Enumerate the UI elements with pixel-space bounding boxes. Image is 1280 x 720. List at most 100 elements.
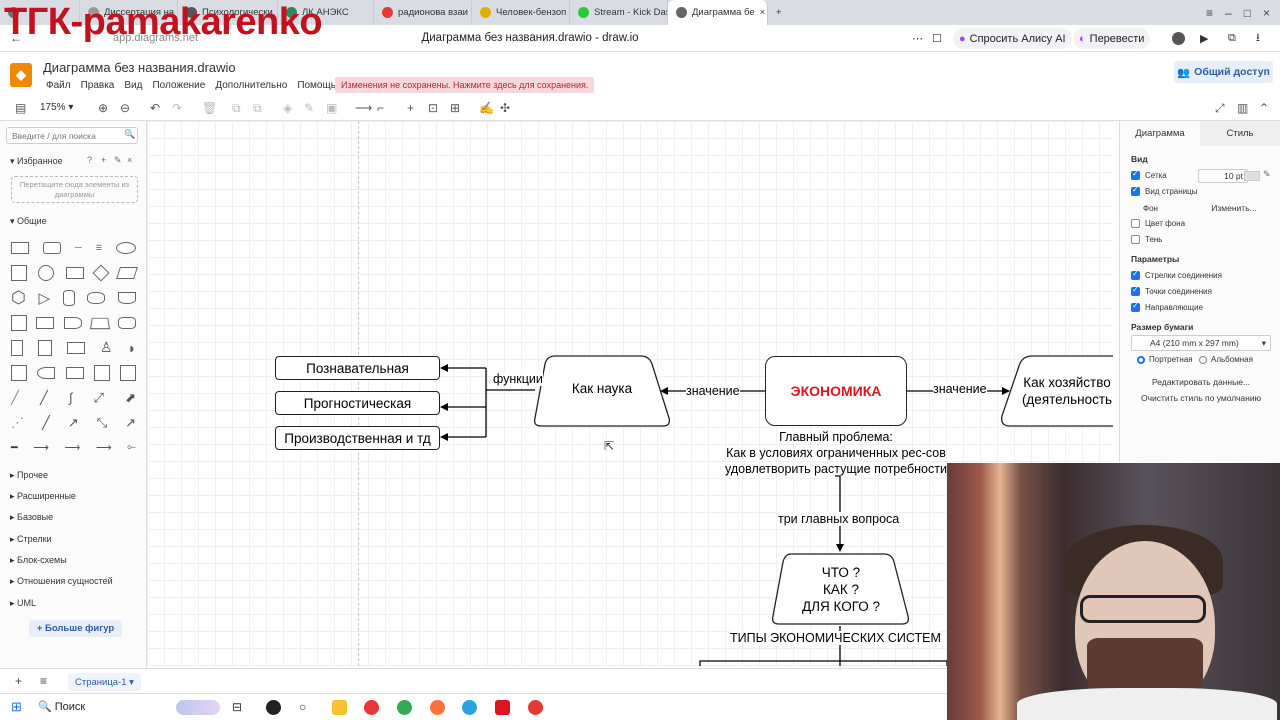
square-shape[interactable] [11,264,27,281]
favorites-drop-zone[interactable]: Перетащите сюда элементы из диаграммы [11,176,138,203]
table-icon[interactable]: ⊡ [428,101,438,115]
yandex-icon[interactable] [528,700,543,715]
rectangle-shape[interactable] [11,241,29,254]
dash-arrow-shape[interactable]: ⟶ [33,441,49,454]
tab-style[interactable]: Стиль [1200,121,1280,146]
chrome-icon[interactable] [397,700,412,715]
menu-view[interactable]: Вид [124,80,142,91]
directional-line-shape[interactable]: ↗ [68,415,79,431]
textbox-shape[interactable]: ☰ [96,244,102,252]
browser-tab[interactable]: радионова взаи [374,0,472,25]
connection-arrows-checkbox[interactable]: Стрелки соединения [1131,269,1222,280]
grid-size-input[interactable]: 10 pt [1198,169,1248,183]
label-functions[interactable]: функции [493,372,543,386]
landscape-radio[interactable]: Альбомная [1199,355,1253,364]
section-flowchart[interactable]: Блок-схемы [10,555,67,566]
actor-shape[interactable]: ♙ [100,339,113,356]
format-panel-toggle-icon[interactable]: ▤ [15,101,26,115]
menu-file[interactable]: Файл [46,80,71,91]
menu-arrange[interactable]: Положение [152,80,205,91]
trapezoid-shape[interactable] [89,317,110,329]
redo-icon[interactable]: ↷ [172,101,182,115]
favorites-section[interactable]: Избранное [10,156,63,167]
node-science-label[interactable]: Как наука [547,381,657,396]
shadow-checkbox[interactable]: Тень [1131,235,1162,244]
grid-color-swatch[interactable] [1244,171,1260,181]
to-front-icon[interactable]: ⧉ [232,101,241,116]
tape-shape[interactable] [118,316,136,329]
checkbox-icon[interactable] [1131,219,1140,228]
page-view-checkbox[interactable]: Вид страницы [1131,185,1197,196]
firefox-icon[interactable] [430,700,445,715]
cylinder-shape[interactable] [62,289,75,306]
app-icon[interactable] [266,700,281,715]
document-title[interactable]: Диаграмма без названия.drawio [43,60,236,75]
note-shape[interactable] [11,339,23,356]
label-meaning-left[interactable]: значение [686,384,740,398]
text-shape[interactable]: — [75,244,82,251]
container-shape[interactable] [65,366,84,379]
new-tab-button[interactable]: + [768,0,792,25]
node-economy[interactable]: ЭКОНОМИКА [765,356,907,426]
checkbox-icon[interactable] [1131,185,1140,196]
hexagon-shape[interactable]: ⬡ [11,288,26,308]
ellipse-shape[interactable] [115,241,136,254]
checkbox-icon[interactable] [1131,169,1140,180]
swimlane-shape[interactable] [120,364,136,381]
telegram-icon[interactable] [462,700,477,715]
frame-shape[interactable] [93,364,110,381]
diagonal-line-shape[interactable]: ╱ [42,415,50,431]
add-page-icon[interactable]: + [15,674,22,688]
grid-icon[interactable]: ⊞ [450,101,460,115]
rounded-rectangle-shape[interactable] [42,241,61,254]
search-icon[interactable]: 🔍 [124,129,135,140]
browser-tab-active[interactable]: Диаграмма бе × [668,0,768,25]
step-shape[interactable] [63,316,82,329]
translate-button[interactable]: ◐ Перевести [1073,28,1151,49]
edit-icon[interactable]: ✎ [114,155,122,166]
portrait-radio[interactable]: Портретная [1137,355,1193,364]
radio-selected-icon[interactable] [1137,355,1145,364]
node-cognitive[interactable]: Познавательная [275,356,440,380]
clear-default-style-button[interactable]: Очистить стиль по умолчанию [1131,391,1271,405]
section-entity-relation[interactable]: Отношения сущностей [10,576,113,587]
zoom-dropdown[interactable]: 175% ▾ [40,102,73,113]
dash-arrow-shape[interactable]: ⟶ [96,441,112,454]
change-background-button[interactable]: Изменить... [1198,201,1270,215]
shape-search-input[interactable] [6,127,138,144]
task-view-icon[interactable]: ⊟ [232,700,247,715]
edge-systems-branch[interactable] [699,660,948,666]
dashed-line-shape[interactable]: ╱ [11,390,19,406]
node-household-label[interactable]: Как хозяйство (деятельность [1017,374,1113,408]
fill-color-icon[interactable]: ◈ [283,101,292,115]
pages-menu-icon[interactable]: ≡ [40,674,47,688]
label-economic-systems[interactable]: ТИПЫ ЭКОНОМИЧЕСКИХ СИСТЕМ [730,631,941,645]
to-back-icon[interactable]: ⧉ [253,101,262,116]
curve-shape[interactable]: ∫ [69,390,73,405]
radio-icon[interactable] [1199,355,1207,364]
parallelogram-shape[interactable] [116,266,138,279]
profile-icon[interactable] [1172,31,1185,45]
bg-color-checkbox[interactable]: Цвет фона [1131,219,1185,228]
tab-diagram[interactable]: Диаграмма [1120,121,1200,146]
windows-start-icon[interactable]: ⊞ [11,699,22,715]
maximize-icon[interactable]: □ [1244,6,1251,20]
bookmark-icon[interactable]: ☐ [932,32,942,45]
page-tab[interactable]: Страница-1 ▾ [68,673,141,691]
composition-arrow-shape[interactable]: ⟜ [127,441,136,454]
insert-icon[interactable]: + [407,101,414,115]
internal-storage-shape[interactable] [11,314,27,331]
label-main-problem[interactable]: Главный проблема: Как в условиях огранич… [707,429,965,477]
node-production[interactable]: Производственная и тд [275,426,440,450]
zoom-in-icon[interactable]: ⊕ [98,101,108,115]
thick-line-shape[interactable]: ━ [11,441,18,454]
more-icon[interactable]: ⋯ [912,32,923,45]
help-icon[interactable]: ? [87,155,92,165]
list-shape[interactable] [11,364,27,381]
app-icon[interactable]: ○ [299,700,314,715]
menu-help[interactable]: Помощь [297,80,336,91]
zoom-out-icon[interactable]: ⊖ [120,101,130,115]
file-explorer-icon[interactable] [332,700,347,715]
edit-data-button[interactable]: Редактировать данные... [1131,375,1271,389]
card-shape[interactable] [37,339,52,356]
